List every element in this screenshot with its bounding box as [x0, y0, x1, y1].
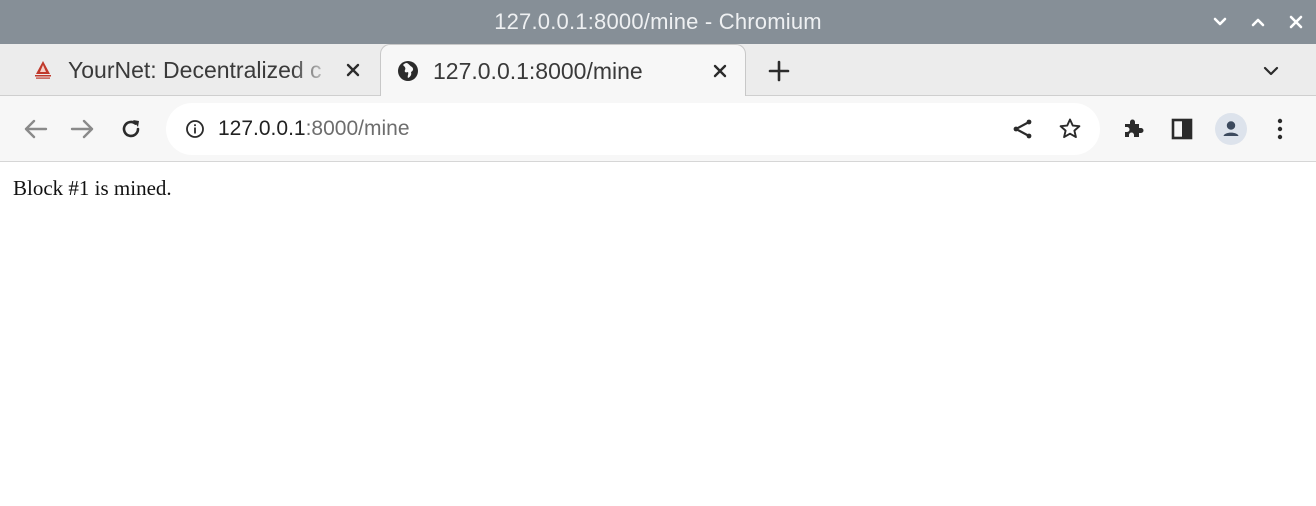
tab-mine[interactable]: 127.0.0.1:8000/mine	[380, 44, 746, 97]
tab-title: 127.0.0.1:8000/mine	[433, 57, 643, 84]
close-window-icon[interactable]	[1286, 12, 1306, 32]
forward-arrow-icon[interactable]	[66, 112, 100, 146]
tab-search-chevron-down-icon[interactable]	[1256, 56, 1286, 86]
minimize-chevron-down-icon[interactable]	[1210, 12, 1230, 32]
bookmark-star-icon[interactable]	[1054, 113, 1086, 145]
tab-title: YourNet: Decentralized c	[68, 56, 322, 83]
close-tab-icon[interactable]	[707, 58, 733, 84]
extensions-puzzle-icon[interactable]	[1116, 112, 1150, 146]
side-panel-icon[interactable]	[1165, 112, 1199, 146]
url-host: 127.0.0.1	[218, 117, 306, 140]
profile-avatar-icon[interactable]	[1214, 112, 1248, 146]
maximize-chevron-up-icon[interactable]	[1248, 12, 1268, 32]
tab-yournet[interactable]: YourNet: Decentralized c	[16, 44, 378, 96]
tent-logo-icon	[30, 57, 56, 83]
window-titlebar: 127.0.0.1:8000/mine - Chromium	[0, 0, 1316, 44]
back-arrow-icon[interactable]	[18, 112, 52, 146]
url-path: :8000/mine	[305, 117, 410, 140]
tab-strip: YourNet: Decentralized c 127.0.0.1:8000/…	[0, 44, 1316, 97]
share-icon[interactable]	[1006, 113, 1038, 145]
address-bar[interactable]: 127.0.0.1:8000/mine	[166, 103, 1100, 155]
menu-kebab-icon[interactable]	[1263, 112, 1297, 146]
window-title: 127.0.0.1:8000/mine - Chromium	[494, 9, 822, 34]
omnibox-actions	[1006, 113, 1086, 145]
page-body-text: Block #1 is mined.	[13, 176, 172, 200]
info-icon[interactable]	[184, 118, 206, 140]
new-tab-plus-icon[interactable]	[762, 54, 796, 88]
close-tab-icon[interactable]	[340, 57, 366, 83]
page-content: Block #1 is mined.	[0, 163, 1316, 506]
window-controls	[1210, 0, 1306, 44]
globe-icon	[395, 58, 421, 84]
reload-icon[interactable]	[114, 112, 148, 146]
browser-toolbar: 127.0.0.1:8000/mine	[0, 96, 1316, 162]
